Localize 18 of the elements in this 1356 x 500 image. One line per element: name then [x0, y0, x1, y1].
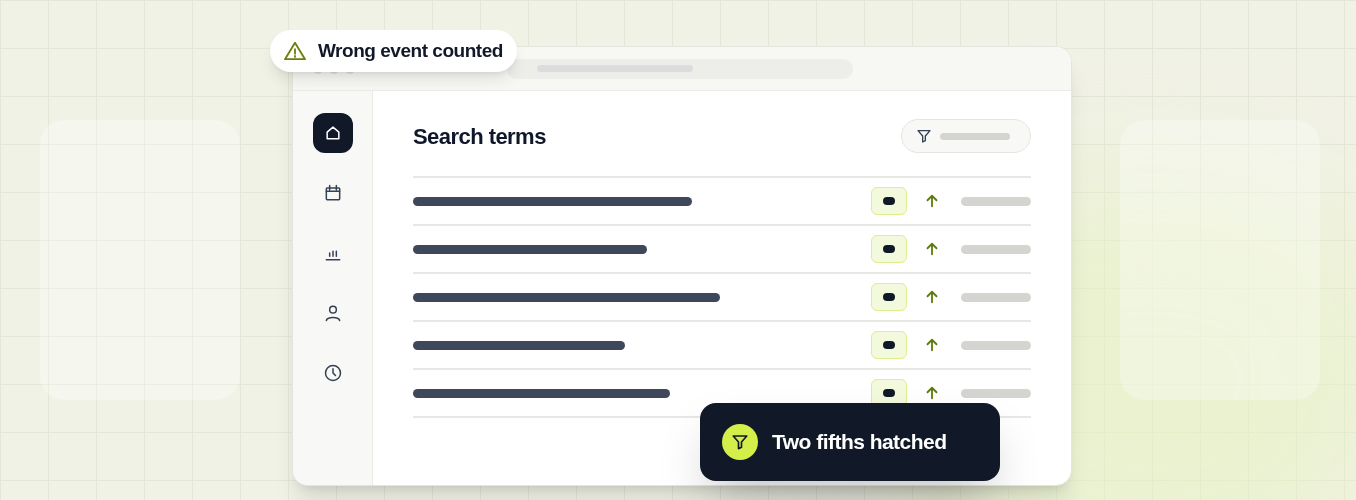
panel-title: Search terms	[413, 122, 546, 151]
warning-icon	[284, 41, 306, 61]
count-badge	[871, 187, 907, 215]
value-placeholder-bar	[961, 292, 1031, 302]
count-badge	[871, 283, 907, 311]
placeholder-bar	[940, 132, 1010, 140]
value-placeholder-bar	[961, 196, 1031, 206]
value-placeholder-bar	[961, 244, 1031, 254]
sidebar-item[interactable]	[312, 113, 353, 153]
clock-icon	[322, 363, 343, 383]
count-badge	[871, 331, 907, 359]
count-badge	[871, 235, 907, 263]
toast-text: Two fifths hatched	[772, 429, 947, 456]
callout-text: Wrong event counted	[318, 38, 503, 63]
value-placeholder-bar	[961, 340, 1031, 350]
value-placeholder-bar	[961, 388, 1031, 398]
filter-icon	[916, 128, 932, 144]
filter-icon	[722, 424, 758, 460]
